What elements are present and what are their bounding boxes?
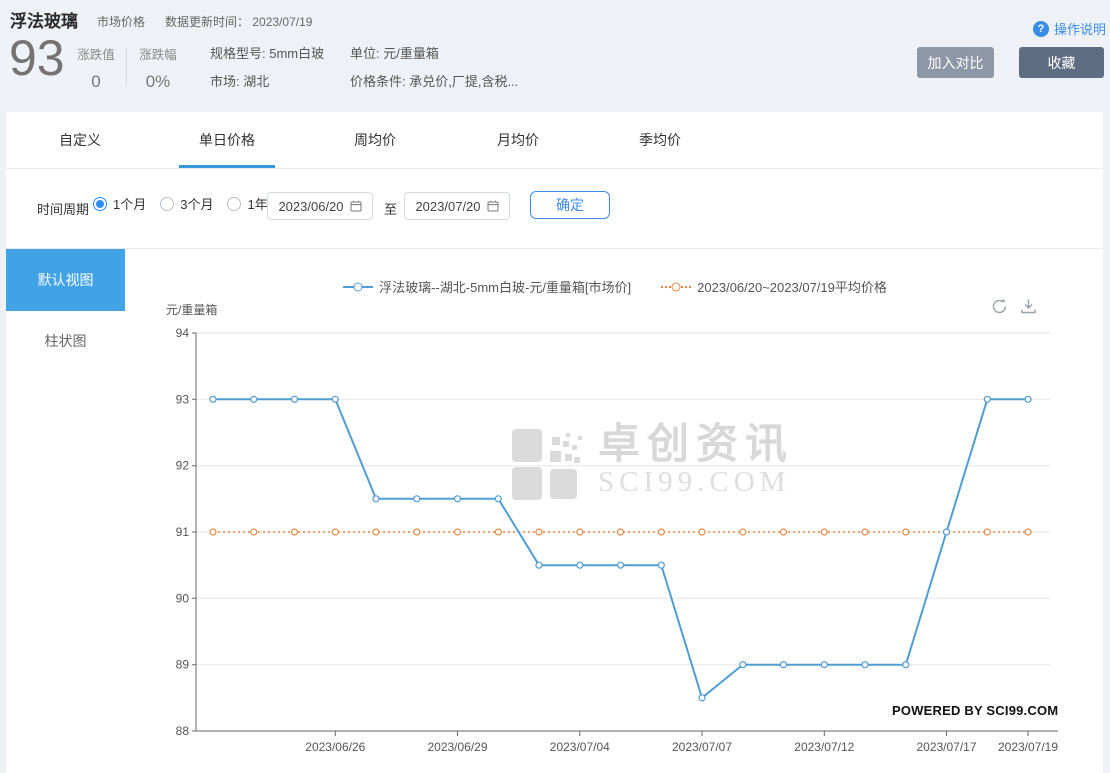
tab-weekly-avg[interactable]: 周均价 [354,112,396,168]
market-label: 市场: 湖北 [210,71,269,90]
update-time-label: 数据更新时间： [165,15,249,29]
calendar-icon [350,200,362,212]
end-date-input[interactable]: 2023/07/20 [404,192,510,220]
legend-label: 2023/06/20~2023/07/19平均价格 [697,277,887,296]
radio-icon [93,197,107,211]
y-axis-unit-label: 元/重量箱 [166,301,217,318]
tab-monthly-avg[interactable]: 月均价 [497,112,539,168]
svg-text:88: 88 [176,724,190,738]
svg-text:90: 90 [176,591,190,605]
unit-label: 单位: 元/重量箱 [350,43,439,62]
powered-by-label: POWERED BY SCI99.COM [892,703,1058,718]
date-to-label: 至 [384,199,397,218]
svg-text:2023/07/17: 2023/07/17 [916,740,976,754]
market-price-label: 市场价格 [97,13,145,30]
change-value-block: 涨跌值 0 [70,44,122,92]
radio-icon [227,197,241,211]
favorite-button[interactable]: 收藏 [1019,47,1104,78]
svg-text:94: 94 [176,326,190,340]
tab-bar [6,112,1103,169]
legend-item-price-series[interactable]: 浮法玻璃--湖北-5mm白玻-元/重量箱[市场价] [343,277,631,296]
change-value-label: 涨跌值 [70,44,122,63]
page-title: 浮法玻璃 [10,7,78,32]
app-window: 浮法玻璃 市场价格 数据更新时间： 2023/07/19 93 涨跌值 0 涨跌… [0,0,1110,773]
radio-1-year[interactable]: 1年 [227,194,267,213]
legend-item-average-series[interactable]: 2023/06/20~2023/07/19平均价格 [661,277,887,296]
download-icon[interactable] [1019,297,1038,316]
svg-text:2023/07/19: 2023/07/19 [998,740,1058,754]
sidebar-item-bar-chart[interactable]: 柱状图 [6,331,125,351]
update-time-value: 2023/07/19 [252,15,312,29]
legend-label: 浮法玻璃--湖北-5mm白玻-元/重量箱[市场价] [379,277,631,296]
calendar-icon [487,200,499,212]
svg-text:92: 92 [176,459,190,473]
svg-text:91: 91 [176,525,190,539]
help-label: 操作说明 [1054,19,1106,38]
radio-icon [160,197,174,211]
current-price: 93 [9,33,65,83]
active-tab-underline [179,165,275,168]
svg-text:2023/06/26: 2023/06/26 [305,740,365,754]
svg-text:93: 93 [176,392,190,406]
legend-line-icon [343,283,373,291]
start-date-input[interactable]: 2023/06/20 [267,192,373,220]
change-pct: 0% [132,72,184,92]
svg-text:2023/07/04: 2023/07/04 [550,740,610,754]
condition-label: 价格条件: 承兑价,厂提,含税... [350,71,518,90]
tab-quarter-avg[interactable]: 季均价 [639,112,681,168]
tab-custom[interactable]: 自定义 [59,112,101,168]
spec-label: 规格型号: 5mm白玻 [210,43,324,62]
refresh-icon[interactable] [990,297,1009,316]
svg-text:89: 89 [176,658,190,672]
tab-daily-price[interactable]: 单日价格 [199,112,255,168]
radio-3-month[interactable]: 3个月 [160,194,213,213]
help-link[interactable]: ? 操作说明 [1033,19,1106,38]
change-value: 0 [70,72,122,92]
period-label: 时间周期 [37,199,89,218]
period-radio-group: 1个月 3个月 1年 [93,194,268,213]
chart-legend: 浮法玻璃--湖北-5mm白玻-元/重量箱[市场价] 2023/06/20~202… [150,277,1080,296]
radio-1-month[interactable]: 1个月 [93,194,146,213]
update-time: 数据更新时间： 2023/07/19 [165,13,312,30]
svg-text:2023/07/12: 2023/07/12 [794,740,854,754]
sidebar-item-default-view[interactable]: 默认视图 [6,249,125,311]
divider [126,48,127,86]
legend-line-icon [661,283,691,291]
add-compare-button[interactable]: 加入对比 [917,47,994,78]
svg-text:2023/06/29: 2023/06/29 [427,740,487,754]
question-icon: ? [1033,21,1049,37]
chart-toolbar [990,297,1038,316]
change-pct-block: 涨跌幅 0% [132,44,184,92]
change-pct-label: 涨跌幅 [132,44,184,63]
confirm-button[interactable]: 确定 [530,191,610,219]
svg-text:2023/07/07: 2023/07/07 [672,740,732,754]
